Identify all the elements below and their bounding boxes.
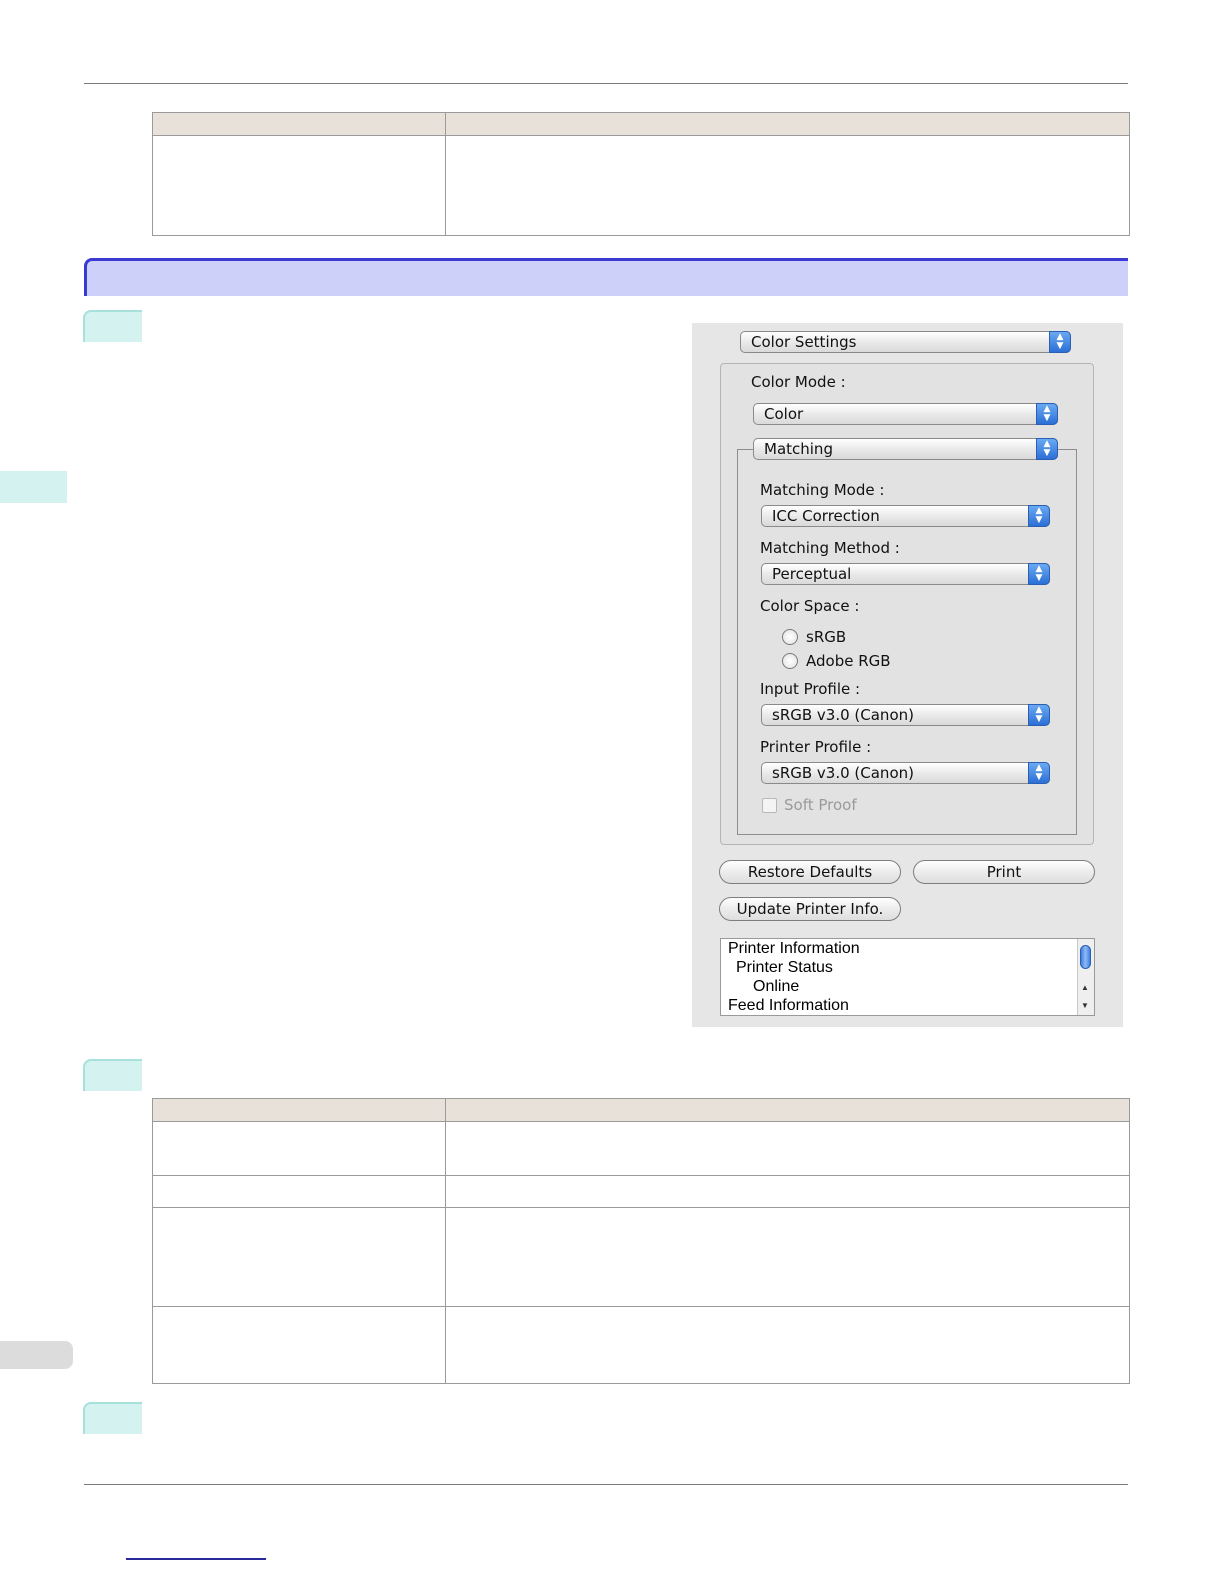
- soft-proof-label: Soft Proof: [784, 796, 857, 814]
- matching-method-popup[interactable]: Perceptual ▲ ▼: [761, 563, 1050, 585]
- matching-method-value: Perceptual: [772, 565, 852, 583]
- scroll-up-arrow-icon[interactable]: ▲: [1081, 983, 1089, 992]
- radio-srgb[interactable]: [782, 629, 798, 645]
- info-scrollbar[interactable]: ▲ ▼: [1077, 939, 1094, 1015]
- color-mode-label: Color Mode :: [751, 373, 846, 391]
- color-mode-value: Color: [764, 405, 804, 423]
- table-row: [152, 1207, 1130, 1307]
- restore-defaults-button[interactable]: Restore Defaults: [719, 860, 901, 884]
- footer-link-underline[interactable]: [126, 1558, 266, 1560]
- matching-mode-popup[interactable]: ICC Correction ▲ ▼: [761, 505, 1050, 527]
- table-header-row: [152, 1098, 1130, 1122]
- color-space-label: Color Space :: [760, 597, 860, 615]
- chapter-side-tab: [0, 471, 67, 503]
- matching-method-label: Matching Method :: [760, 539, 900, 557]
- updown-arrows-icon: ▲ ▼: [1028, 762, 1050, 784]
- scroll-thumb[interactable]: [1080, 945, 1091, 969]
- step-tab-3: [83, 1402, 142, 1434]
- soft-proof-checkbox[interactable]: [762, 798, 777, 813]
- color-mode-popup[interactable]: Color ▲ ▼: [753, 403, 1058, 425]
- color-settings-dialog: Color Settings ▲ ▼ Color Mode : Color ▲ ▼ …: [692, 323, 1123, 1027]
- update-printer-info-button[interactable]: Update Printer Info.: [719, 897, 901, 921]
- matching-popup-label: Matching: [764, 440, 833, 458]
- step-tab-2: [83, 1059, 142, 1091]
- input-profile-label: Input Profile :: [760, 680, 861, 698]
- radio-adobe-rgb[interactable]: [782, 653, 798, 669]
- page-side-tab: [0, 1341, 73, 1369]
- printer-profile-value: sRGB v3.0 (Canon): [772, 764, 914, 782]
- header-rule: [84, 83, 1128, 84]
- radio-srgb-label: sRGB: [806, 628, 847, 646]
- table-header-row: [152, 112, 1130, 136]
- printer-profile-label: Printer Profile :: [760, 738, 872, 756]
- footer-rule: [84, 1484, 1128, 1485]
- print-button[interactable]: Print: [913, 860, 1095, 884]
- step-tab-1: [83, 310, 142, 342]
- updown-arrows-icon: ▲ ▼: [1036, 438, 1058, 460]
- matching-mode-value: ICC Correction: [772, 507, 880, 525]
- info-line: Printer Status: [736, 959, 833, 976]
- updown-arrows-icon: ▲ ▼: [1028, 563, 1050, 585]
- top-table: [152, 112, 1130, 236]
- preset-popup-label: Color Settings: [751, 333, 857, 351]
- updown-arrows-icon: ▲ ▼: [1028, 704, 1050, 726]
- scroll-down-arrow-icon[interactable]: ▼: [1081, 1001, 1089, 1010]
- section-heading-band: [84, 258, 1128, 296]
- input-profile-popup[interactable]: sRGB v3.0 (Canon) ▲ ▼: [761, 704, 1050, 726]
- updown-arrows-icon: ▲ ▼: [1036, 403, 1058, 425]
- matching-mode-label: Matching Mode :: [760, 481, 885, 499]
- info-line: Printer Information: [728, 940, 860, 957]
- updown-arrows-icon: ▲ ▼: [1049, 331, 1071, 353]
- table-row: [152, 135, 1130, 236]
- settings-table: [152, 1098, 1130, 1384]
- table-row: [152, 1175, 1130, 1208]
- table-row: [152, 1121, 1130, 1176]
- updown-arrows-icon: ▲ ▼: [1028, 505, 1050, 527]
- printer-info-list[interactable]: Printer Information Printer Status Onlin…: [720, 938, 1095, 1016]
- info-line: Feed Information: [728, 997, 849, 1014]
- printer-profile-popup[interactable]: sRGB v3.0 (Canon) ▲ ▼: [761, 762, 1050, 784]
- table-row: [152, 1306, 1130, 1384]
- input-profile-value: sRGB v3.0 (Canon): [772, 706, 914, 724]
- preset-popup[interactable]: Color Settings ▲ ▼: [740, 331, 1071, 353]
- matching-popup[interactable]: Matching ▲ ▼: [753, 438, 1058, 460]
- info-line: Online: [753, 978, 800, 995]
- radio-adobe-rgb-label: Adobe RGB: [806, 652, 891, 670]
